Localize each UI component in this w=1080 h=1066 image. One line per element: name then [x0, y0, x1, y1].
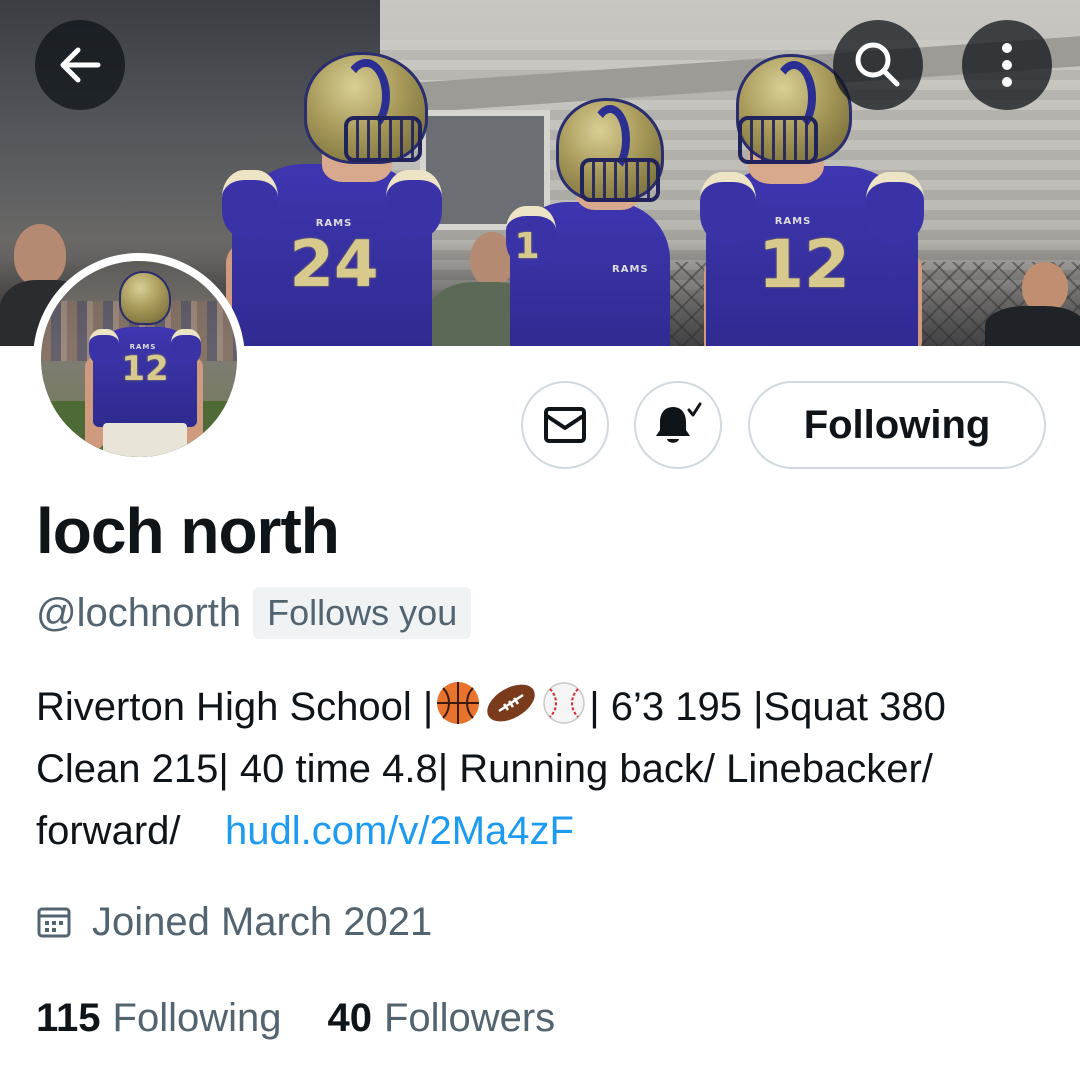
bio-text-start: Riverton High School |	[36, 685, 434, 729]
display-name: loch north	[36, 495, 340, 567]
more-vertical-icon	[1002, 43, 1012, 87]
basketball-icon	[437, 682, 480, 724]
following-button[interactable]: Following	[748, 381, 1046, 469]
jersey-number: 24	[289, 228, 379, 302]
handle: @lochnorth	[36, 590, 242, 635]
spectator	[1022, 262, 1068, 312]
banner-player: RAMS 1	[506, 98, 676, 346]
more-options-button[interactable]	[962, 20, 1052, 110]
calendar-icon	[37, 907, 71, 938]
arrow-left-icon	[60, 47, 101, 83]
following-stat[interactable]: 115 Following	[36, 996, 282, 1041]
jersey-number: 1	[514, 226, 540, 267]
back-button[interactable]	[35, 20, 125, 110]
helmet	[119, 271, 171, 325]
following-label: Following	[112, 995, 282, 1040]
stats-row: 115 Following 40 Followers	[36, 988, 601, 1048]
football-icon	[487, 684, 535, 722]
mail-icon	[544, 407, 586, 443]
followers-stat[interactable]: 40 Followers	[328, 996, 556, 1041]
avatar-player: RAMS 12	[85, 271, 205, 457]
bio: Riverton High School | | 6’3 195 |Squat …	[36, 676, 1046, 862]
notifications-button[interactable]	[634, 381, 722, 469]
avatar-image: RAMS 12	[41, 261, 237, 457]
baseball-icon	[543, 682, 585, 724]
bio-link[interactable]: hudl.com/v/2Ma4zF	[225, 809, 574, 853]
message-button[interactable]	[521, 381, 609, 469]
bell-check-icon	[656, 402, 702, 443]
handle-row: @lochnorth Follows you	[36, 586, 472, 640]
spectator	[14, 224, 66, 286]
joined-row: Joined March 2021	[36, 892, 432, 952]
joined-date: Joined March 2021	[92, 899, 433, 944]
following-count: 115	[36, 995, 101, 1040]
follows-you-badge: Follows you	[253, 587, 472, 639]
search-icon	[855, 42, 900, 87]
profile-page: RAMS 24 RAMS 1 RAMS 12 RAMS 12 Following…	[0, 0, 1080, 1066]
avatar[interactable]: RAMS 12	[33, 253, 245, 465]
followers-count: 40	[327, 995, 373, 1040]
jersey-word: RAMS	[612, 264, 649, 275]
search-button[interactable]	[833, 20, 923, 110]
jersey-number: 12	[121, 349, 169, 389]
banner-player: RAMS 24	[222, 52, 442, 346]
followers-label: Followers	[384, 995, 556, 1040]
jersey-number: 12	[758, 226, 850, 303]
